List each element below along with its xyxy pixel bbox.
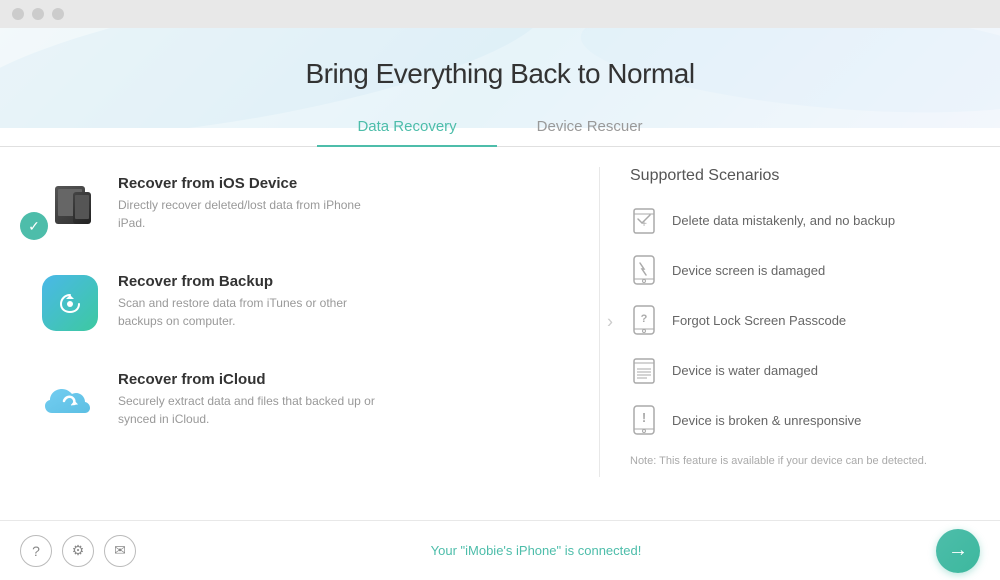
main-content: Bring Everything Back to Normal Data Rec… [0,28,1000,520]
content-area: ✓ Recover from iOS Device Directly recov… [0,147,1000,497]
right-panel: Supported Scenarios + Delete data mistak… [600,167,940,477]
left-panel: ✓ Recover from iOS Device Directly recov… [40,167,600,477]
icloud-text: Recover from iCloud Securely extract dat… [118,371,378,428]
water-damaged-icon [630,353,658,387]
backup-text: Recover from Backup Scan and restore dat… [118,273,378,330]
help-button[interactable]: ? [20,535,52,567]
list-item[interactable]: Recover from iCloud Securely extract dat… [40,363,569,439]
settings-button[interactable]: ⚙ [62,535,94,567]
maximize-button[interactable] [52,8,64,20]
scenario-text: Forgot Lock Screen Passcode [672,313,846,328]
scenario-text: Device screen is damaged [672,263,825,278]
scenario-text: Device is water damaged [672,363,818,378]
scenario-item: Device is water damaged [630,353,940,387]
tab-device-rescuer[interactable]: Device Rescuer [497,108,683,147]
title-bar [0,0,1000,28]
delete-data-icon: + [630,203,658,237]
minimize-button[interactable] [32,8,44,20]
status-text: Your "iMobie's iPhone" is connected! [136,543,936,558]
list-item[interactable]: Recover from Backup Scan and restore dat… [40,265,569,341]
backup-icon [40,273,100,333]
scenario-text: Device is broken & unresponsive [672,413,861,428]
svg-text:!: ! [642,410,646,425]
icloud-icon [40,371,100,431]
next-button[interactable]: → [936,529,980,573]
panel-arrow-icon: › [607,312,613,333]
screen-damaged-icon [630,253,658,287]
broken-icon: ! [630,403,658,437]
passcode-icon: ? [630,303,658,337]
ios-device-icon [40,175,100,235]
scenario-item: ? Forgot Lock Screen Passcode [630,303,940,337]
scenarios-title: Supported Scenarios [630,167,940,185]
header: Bring Everything Back to Normal Data Rec… [0,28,1000,147]
tabs-container: Data Recovery Device Rescuer [0,108,1000,147]
main-title: Bring Everything Back to Normal [0,58,1000,90]
svg-text:?: ? [641,313,648,325]
icloud-graphic [42,373,98,429]
backup-icon-graphic [42,275,98,331]
scenario-item: + Delete data mistakenly, and no backup [630,203,940,237]
scenarios-note: Note: This feature is available if your … [630,453,940,470]
list-item[interactable]: Recover from iOS Device Directly recover… [40,167,569,243]
scenario-item: ! Device is broken & unresponsive [630,403,940,437]
close-button[interactable] [12,8,24,20]
scenario-item: Device screen is damaged [630,253,940,287]
selected-indicator: ✓ [20,212,48,240]
iphone-graphic [73,192,91,224]
bottom-bar: ? ⚙ ✉ Your "iMobie's iPhone" is connecte… [0,520,1000,580]
tab-data-recovery[interactable]: Data Recovery [317,108,496,147]
bottom-icons: ? ⚙ ✉ [20,535,136,567]
mail-button[interactable]: ✉ [104,535,136,567]
ios-device-text: Recover from iOS Device Directly recover… [118,175,378,232]
scenario-text: Delete data mistakenly, and no backup [672,213,895,228]
